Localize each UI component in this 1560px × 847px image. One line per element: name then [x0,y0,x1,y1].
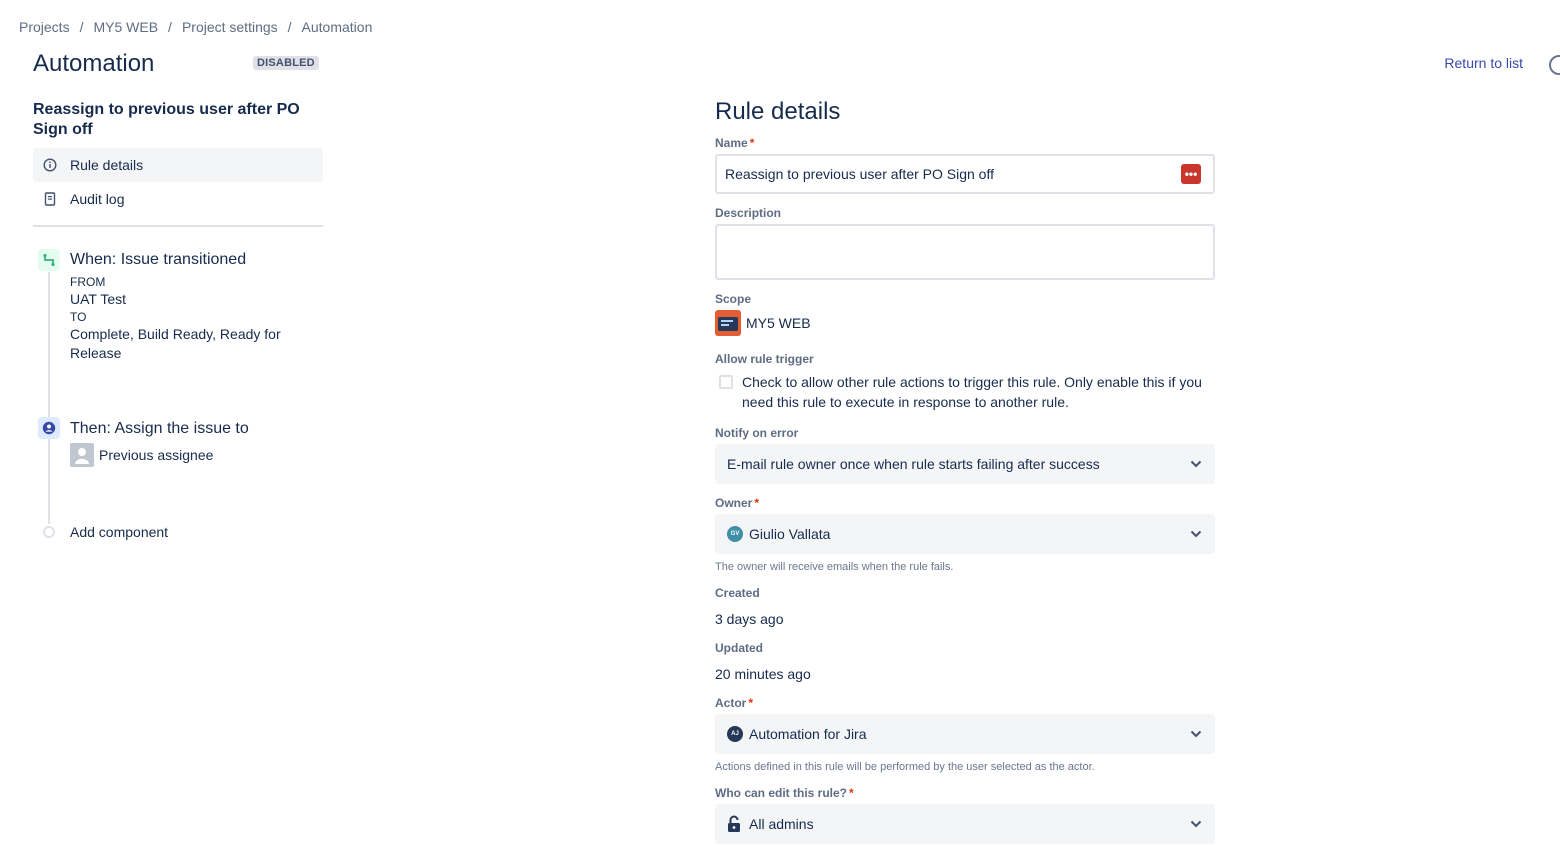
add-component-dot-icon [43,526,55,538]
form-title: Rule details [715,98,841,125]
document-icon [43,192,57,206]
name-label: Name * [715,136,755,150]
notify-value: E-mail rule owner once when rule starts … [727,456,1100,472]
actor-avatar: AJ [727,726,743,742]
owner-value: Giulio Vallata [749,526,831,542]
actor-label: Actor * [715,696,754,710]
chevron-down-icon [1189,727,1203,741]
breadcrumb-separator: / [79,19,84,35]
scope-project-name: MY5 WEB [746,315,811,331]
action-assignee: Previous assignee [70,443,213,467]
chevron-down-icon [1189,457,1203,471]
owner-select[interactable]: GV Giulio Vallata [715,514,1215,554]
page-title: Automation [33,50,155,77]
project-avatar-icon [715,310,741,336]
actor-value: Automation for Jira [749,726,867,742]
status-badge: DISABLED [253,56,319,70]
chevron-down-icon [1189,817,1203,831]
breadcrumb-project[interactable]: MY5 WEB [93,19,158,35]
breadcrumb-projects[interactable]: Projects [19,19,70,35]
rule-name-heading: Reassign to previous user after PO Sign … [33,101,300,138]
transition-trigger-icon[interactable] [38,249,60,271]
trigger-to-label: TO [70,310,87,324]
lock-icon [727,815,741,833]
allow-trigger-label: Allow rule trigger [715,352,814,366]
created-value: 3 days ago [715,611,784,627]
breadcrumb-project-settings[interactable]: Project settings [182,19,278,35]
edit-permission-value: All admins [749,816,814,832]
actor-helper-text: Actions defined in this rule will be per… [715,761,1095,773]
default-avatar-icon [70,443,94,467]
rule-name-input[interactable]: Reassign to previous user after PO Sign … [715,154,1215,194]
nav-audit-log[interactable]: Audit log [33,182,323,216]
trigger-to-value: Complete, Build Ready, Ready for Release [70,326,281,361]
chevron-down-icon [1189,527,1203,541]
owner-helper-text: The owner will receive emails when the r… [715,561,954,573]
description-input[interactable] [715,224,1215,280]
trigger-title[interactable]: When: Issue transitioned [70,251,246,269]
notify-select[interactable]: E-mail rule owner once when rule starts … [715,444,1215,484]
nav-label: Rule details [70,157,144,173]
allow-trigger-row: Check to allow other rule actions to tri… [719,372,1219,412]
return-to-list-link[interactable]: Return to list [1444,55,1523,71]
divider [33,225,323,227]
owner-label: Owner * [715,496,760,510]
breadcrumb-separator: / [287,19,292,35]
add-component-button[interactable]: Add component [70,524,168,540]
action-title[interactable]: Then: Assign the issue to [70,420,249,438]
allow-trigger-text: Check to allow other rule actions to tri… [742,374,1202,410]
breadcrumb-automation[interactable]: Automation [302,19,373,35]
allow-trigger-checkbox[interactable] [719,375,733,389]
scope-label: Scope [715,292,752,306]
description-label: Description [715,206,782,220]
info-icon [43,158,57,172]
updated-value: 20 minutes ago [715,666,811,682]
assign-action-icon[interactable] [38,417,60,439]
breadcrumb-separator: / [168,19,172,35]
nav-rule-details[interactable]: Rule details [33,148,323,182]
nav-label: Audit log [70,191,125,207]
more-options-icon[interactable]: ••• [1181,164,1201,184]
edit-permission-select[interactable]: All admins [715,804,1215,844]
owner-avatar: GV [727,526,743,542]
created-label: Created [715,586,760,600]
breadcrumb: Projects / MY5 WEB / Project settings / … [19,19,372,35]
trigger-from-label: FROM [70,275,106,289]
rule-name-value: Reassign to previous user after PO Sign … [725,166,994,182]
edit-permission-label: Who can edit this rule? * [715,786,854,800]
flow-connector [48,272,50,524]
notify-label: Notify on error [715,426,799,440]
trigger-from-value: UAT Test [70,291,127,307]
scope-value: MY5 WEB [715,310,811,336]
assignee-label: Previous assignee [99,447,214,463]
actor-select[interactable]: AJ Automation for Jira [715,714,1215,754]
help-icon[interactable] [1549,55,1560,75]
updated-label: Updated [715,641,763,655]
